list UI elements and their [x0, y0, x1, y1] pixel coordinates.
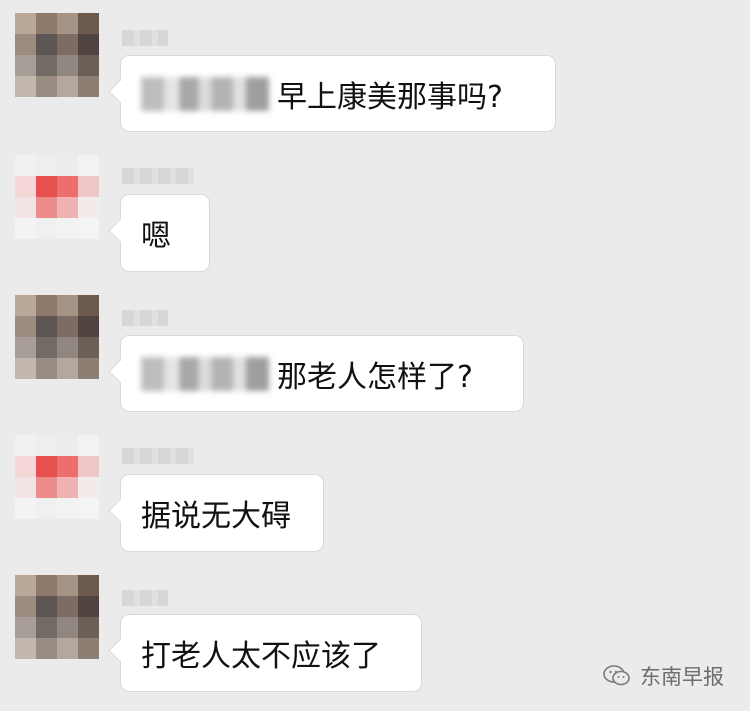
message-bubble[interactable]: 据说无大碍 — [120, 474, 324, 552]
watermark-text: 东南早报 — [640, 665, 724, 689]
message-text: 嗯 — [141, 219, 171, 254]
avatar[interactable] — [15, 295, 99, 379]
wechat-icon — [603, 665, 630, 686]
message-bubble[interactable]: 早上康美那事吗? — [120, 55, 556, 132]
sender-name — [122, 590, 168, 606]
avatar[interactable] — [15, 13, 99, 97]
avatar[interactable] — [15, 435, 99, 519]
message-text: 那老人怎样了? — [277, 359, 473, 395]
avatar[interactable] — [15, 575, 99, 659]
redacted-text — [141, 76, 269, 111]
sender-name — [122, 448, 194, 464]
redacted-text — [141, 356, 269, 391]
message-text: 打老人太不应该了 — [141, 639, 381, 674]
message-bubble[interactable]: 打老人太不应该了 — [120, 614, 422, 692]
sender-name — [122, 168, 194, 184]
message-bubble[interactable]: 嗯 — [120, 194, 210, 272]
watermark: 东南早报 — [602, 661, 724, 691]
avatar[interactable] — [15, 155, 99, 239]
sender-name — [122, 310, 168, 326]
message-text: 早上康美那事吗? — [277, 79, 503, 115]
message-text: 据说无大碍 — [141, 499, 291, 534]
sender-name — [122, 30, 168, 46]
message-bubble[interactable]: 那老人怎样了? — [120, 335, 524, 412]
